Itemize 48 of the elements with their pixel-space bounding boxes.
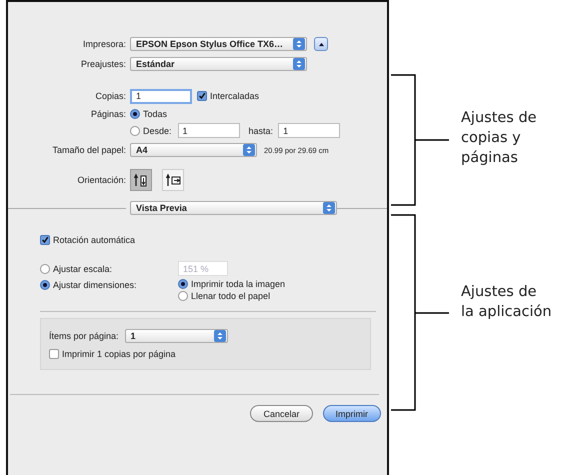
paper-size-select[interactable]: A4 bbox=[130, 143, 257, 157]
input-field[interactable]: 1 bbox=[178, 123, 240, 138]
radio-label: Llenar todo el papel bbox=[191, 291, 270, 301]
presets-select[interactable]: Estándar bbox=[130, 57, 307, 71]
input-field[interactable]: 1 bbox=[278, 123, 340, 138]
printer-select[interactable]: EPSON Epson Stylus Office TX6… bbox=[130, 37, 307, 51]
checkbox-label: Imprimir 1 copias por página bbox=[62, 349, 176, 359]
radio-label: Desde: bbox=[143, 126, 172, 136]
orientation-button[interactable] bbox=[162, 169, 184, 191]
input-field[interactable]: 1 bbox=[130, 88, 192, 104]
triangle-icon bbox=[318, 42, 324, 46]
radio-label: Imprimir toda la imagen bbox=[191, 279, 286, 289]
callout-label: Ajustes de la aplicación bbox=[461, 283, 552, 322]
stepper-icon bbox=[214, 330, 226, 342]
checkbox-label: Rotación automática bbox=[53, 235, 136, 245]
radio-button[interactable] bbox=[178, 291, 188, 301]
stepper-icon bbox=[293, 38, 305, 50]
callout-label: Ajustes de copias y páginas bbox=[461, 109, 537, 168]
radio-button[interactable] bbox=[178, 279, 188, 289]
orientation-button[interactable] bbox=[130, 169, 152, 191]
checkbox[interactable] bbox=[49, 349, 59, 359]
field-label: Preajustes: bbox=[80, 59, 126, 69]
landscape-icon bbox=[165, 173, 181, 187]
radio-label: Ajustar escala: bbox=[53, 264, 112, 274]
items-per-page-select[interactable]: 1 bbox=[124, 329, 228, 343]
radio-button[interactable] bbox=[40, 280, 50, 290]
field-label: Páginas: bbox=[90, 108, 126, 118]
radio-label: Ajustar dimensiones: bbox=[53, 280, 137, 290]
cancel-button[interactable]: Cancelar bbox=[250, 405, 312, 422]
radio-button[interactable] bbox=[130, 108, 140, 118]
radio-label: Todas bbox=[143, 108, 168, 118]
checkbox[interactable] bbox=[197, 91, 207, 101]
print-button[interactable]: Imprimir bbox=[322, 405, 381, 422]
field-label: Tamaño del papel: bbox=[52, 145, 126, 155]
field-label: Copias: bbox=[95, 91, 126, 101]
stepper-icon bbox=[323, 202, 335, 214]
field-label: Ítems por página: bbox=[49, 331, 119, 341]
stepper-icon bbox=[243, 144, 255, 156]
radio-button[interactable] bbox=[130, 126, 140, 136]
stepper-icon bbox=[293, 58, 305, 70]
section-select[interactable]: Vista Previa bbox=[130, 201, 337, 215]
checkbox[interactable] bbox=[40, 235, 50, 245]
details-button[interactable] bbox=[314, 37, 328, 51]
portrait-icon bbox=[133, 173, 149, 187]
field-label: Orientación: bbox=[77, 175, 126, 185]
checkbox-label: Intercaladas bbox=[210, 91, 260, 101]
field-label: Impresora: bbox=[82, 39, 126, 49]
field-label: hasta: bbox=[248, 126, 274, 136]
